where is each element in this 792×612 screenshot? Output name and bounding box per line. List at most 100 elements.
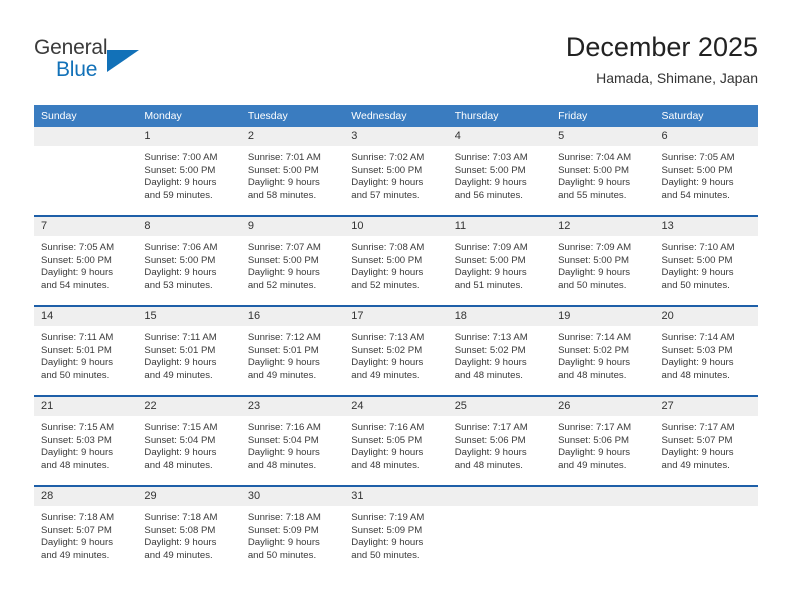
calendar-day-cell[interactable]: 24 Sunrise: 7:16 AM Sunset: 5:05 PM Dayligh…	[344, 397, 448, 485]
calendar-day-cell[interactable]: 2 Sunrise: 7:01 AM Sunset: 5:00 PM Daylight…	[240, 127, 345, 215]
day-number	[551, 487, 655, 506]
calendar-day-cell[interactable]: 5 Sunrise: 7:04 AM Sunset: 5:00 PM Daylight…	[551, 127, 655, 215]
daylight-text-line2: and 50 minutes.	[558, 279, 627, 291]
day-details: Sunrise: 7:01 AM Sunset: 5:00 PM Daylight:…	[241, 146, 344, 202]
day-cell: 14 Sunrise: 7:11 AM Sunset: 5:01 PM Dayligh…	[34, 307, 138, 395]
calendar-day-cell[interactable]: 22 Sunrise: 7:15 AM Sunset: 5:04 PM Dayligh…	[137, 397, 241, 485]
sunrise-text: Sunrise: 7:05 AM	[41, 242, 115, 253]
day-number: 1	[137, 127, 241, 146]
sunrise-text: Sunrise: 7:01 AM	[247, 152, 321, 163]
daylight-text-line2: and 49 minutes.	[247, 369, 317, 381]
calendar-day-cell[interactable]: 17 Sunrise: 7:13 AM Sunset: 5:02 PM Dayligh…	[344, 307, 448, 395]
day-details: Sunrise: 7:09 AM Sunset: 5:00 PM Daylight:…	[448, 236, 551, 292]
daylight-text-line1: Daylight: 9 hours	[41, 537, 113, 549]
sunset-text: Sunset: 5:08 PM	[144, 524, 216, 536]
daylight-text-line1: Daylight: 9 hours	[41, 357, 113, 369]
daylight-text-line2: and 56 minutes.	[454, 189, 523, 201]
day-number: 3	[344, 127, 448, 146]
calendar-day-cell[interactable]: 27 Sunrise: 7:17 AM Sunset: 5:07 PM Dayligh…	[654, 397, 758, 485]
sunset-text: Sunset: 5:00 PM	[558, 254, 630, 266]
day-cell: 21 Sunrise: 7:15 AM Sunset: 5:03 PM Dayligh…	[34, 397, 138, 485]
calendar-day-cell[interactable]	[551, 487, 655, 575]
day-cell-empty	[551, 487, 655, 575]
calendar-day-cell[interactable]	[447, 487, 552, 575]
calendar-day-cell[interactable]: 29 Sunrise: 7:18 AM Sunset: 5:08 PM Dayligh…	[137, 487, 241, 575]
calendar-day-cell[interactable]: 31 Sunrise: 7:19 AM Sunset: 5:09 PM Dayligh…	[344, 487, 448, 575]
calendar-day-cell[interactable]: 8 Sunrise: 7:06 AM Sunset: 5:00 PM Daylight…	[137, 217, 241, 305]
day-details: Sunrise: 7:05 AM Sunset: 5:00 PM Daylight:…	[34, 236, 137, 292]
daylight-text-line1: Daylight: 9 hours	[558, 177, 631, 189]
sunset-text: Sunset: 5:06 PM	[454, 434, 526, 446]
weekday-header-thursday: Thursday	[447, 105, 552, 127]
day-number: 12	[551, 217, 655, 236]
sunrise-text: Sunrise: 7:11 AM	[41, 332, 114, 343]
sunrise-text: Sunrise: 7:14 AM	[558, 332, 632, 343]
calendar-day-cell[interactable]: 15 Sunrise: 7:11 AM Sunset: 5:01 PM Dayligh…	[137, 307, 241, 395]
day-details: Sunrise: 7:09 AM Sunset: 5:00 PM Daylight:…	[551, 236, 654, 292]
calendar-day-cell[interactable]	[34, 127, 138, 215]
day-number: 23	[240, 397, 345, 416]
daylight-text-line2: and 48 minutes.	[558, 369, 627, 381]
day-details: Sunrise: 7:10 AM Sunset: 5:00 PM Daylight:…	[655, 236, 758, 292]
calendar-day-cell[interactable]: 21 Sunrise: 7:15 AM Sunset: 5:03 PM Dayligh…	[34, 397, 138, 485]
day-number: 16	[240, 307, 345, 326]
sunset-text: Sunset: 5:09 PM	[247, 524, 319, 536]
calendar-day-cell[interactable]: 11 Sunrise: 7:09 AM Sunset: 5:00 PM Dayligh…	[447, 217, 552, 305]
calendar-day-cell[interactable]: 25 Sunrise: 7:17 AM Sunset: 5:06 PM Dayligh…	[447, 397, 552, 485]
calendar-day-cell[interactable]: 13 Sunrise: 7:10 AM Sunset: 5:00 PM Dayligh…	[654, 217, 758, 305]
day-details: Sunrise: 7:13 AM Sunset: 5:02 PM Daylight:…	[344, 326, 447, 382]
day-number	[34, 127, 138, 146]
calendar-day-cell[interactable]	[654, 487, 758, 575]
calendar-day-cell[interactable]: 28 Sunrise: 7:18 AM Sunset: 5:07 PM Dayligh…	[34, 487, 138, 575]
day-details: Sunrise: 7:02 AM Sunset: 5:00 PM Daylight:…	[344, 146, 447, 202]
sunrise-text: Sunrise: 7:15 AM	[41, 422, 115, 433]
sunset-text: Sunset: 5:01 PM	[247, 344, 319, 356]
calendar-day-cell[interactable]: 23 Sunrise: 7:16 AM Sunset: 5:04 PM Dayligh…	[240, 397, 345, 485]
daylight-text-line2: and 50 minutes.	[351, 549, 420, 561]
day-number: 8	[137, 217, 241, 236]
calendar-day-cell[interactable]: 19 Sunrise: 7:14 AM Sunset: 5:02 PM Dayligh…	[551, 307, 655, 395]
page-header: General Blue December 2025 Hamada, Shima…	[0, 0, 792, 100]
calendar-day-cell[interactable]: 16 Sunrise: 7:12 AM Sunset: 5:01 PM Dayligh…	[240, 307, 345, 395]
calendar-day-cell[interactable]: 4 Sunrise: 7:03 AM Sunset: 5:00 PM Daylight…	[447, 127, 552, 215]
day-cell: 9 Sunrise: 7:07 AM Sunset: 5:00 PM Daylight…	[240, 217, 345, 305]
daylight-text-line1: Daylight: 9 hours	[41, 267, 113, 279]
sunset-text: Sunset: 5:00 PM	[144, 164, 216, 176]
day-details: Sunrise: 7:15 AM Sunset: 5:04 PM Daylight:…	[137, 416, 240, 472]
title-block: December 2025 Hamada, Shimane, Japan	[566, 30, 758, 89]
daylight-text-line1: Daylight: 9 hours	[144, 537, 217, 549]
general-blue-logo[interactable]: General Blue	[34, 36, 154, 86]
day-number: 25	[447, 397, 552, 416]
calendar-day-cell[interactable]: 10 Sunrise: 7:08 AM Sunset: 5:00 PM Dayligh…	[344, 217, 448, 305]
daylight-text-line2: and 57 minutes.	[351, 189, 420, 201]
daylight-text-line1: Daylight: 9 hours	[351, 357, 424, 369]
daylight-text-line1: Daylight: 9 hours	[351, 447, 424, 459]
daylight-text-line1: Daylight: 9 hours	[454, 357, 527, 369]
calendar-day-cell[interactable]: 6 Sunrise: 7:05 AM Sunset: 5:00 PM Daylight…	[654, 127, 758, 215]
calendar-day-cell[interactable]: 3 Sunrise: 7:02 AM Sunset: 5:00 PM Daylight…	[344, 127, 448, 215]
day-number: 30	[240, 487, 345, 506]
day-cell: 27 Sunrise: 7:17 AM Sunset: 5:07 PM Dayligh…	[654, 397, 758, 485]
sunset-text: Sunset: 5:05 PM	[351, 434, 423, 446]
calendar-day-cell[interactable]: 20 Sunrise: 7:14 AM Sunset: 5:03 PM Dayligh…	[654, 307, 758, 395]
day-number	[654, 487, 758, 506]
calendar-day-cell[interactable]: 14 Sunrise: 7:11 AM Sunset: 5:01 PM Dayligh…	[34, 307, 138, 395]
calendar-day-cell[interactable]: 30 Sunrise: 7:18 AM Sunset: 5:09 PM Dayligh…	[240, 487, 345, 575]
calendar-day-cell[interactable]: 1 Sunrise: 7:00 AM Sunset: 5:00 PM Daylight…	[137, 127, 241, 215]
calendar-day-cell[interactable]: 26 Sunrise: 7:17 AM Sunset: 5:06 PM Dayligh…	[551, 397, 655, 485]
sunset-text: Sunset: 5:01 PM	[144, 344, 216, 356]
daylight-text-line2: and 52 minutes.	[247, 279, 317, 291]
weekday-header-friday: Friday	[551, 105, 655, 127]
sunset-text: Sunset: 5:00 PM	[247, 164, 319, 176]
calendar-day-cell[interactable]: 7 Sunrise: 7:05 AM Sunset: 5:00 PM Daylight…	[34, 217, 138, 305]
calendar-day-cell[interactable]: 12 Sunrise: 7:09 AM Sunset: 5:00 PM Dayligh…	[551, 217, 655, 305]
daylight-text-line1: Daylight: 9 hours	[351, 267, 424, 279]
calendar-day-cell[interactable]: 18 Sunrise: 7:13 AM Sunset: 5:02 PM Dayligh…	[447, 307, 552, 395]
day-cell: 10 Sunrise: 7:08 AM Sunset: 5:00 PM Dayligh…	[344, 217, 448, 305]
daylight-text-line2: and 54 minutes.	[41, 279, 110, 291]
page-title: December 2025	[565, 32, 758, 62]
calendar-day-cell[interactable]: 9 Sunrise: 7:07 AM Sunset: 5:00 PM Daylight…	[240, 217, 345, 305]
sunset-text: Sunset: 5:04 PM	[247, 434, 319, 446]
day-cell: 12 Sunrise: 7:09 AM Sunset: 5:00 PM Dayligh…	[551, 217, 655, 305]
daylight-text-line2: and 58 minutes.	[247, 189, 317, 201]
